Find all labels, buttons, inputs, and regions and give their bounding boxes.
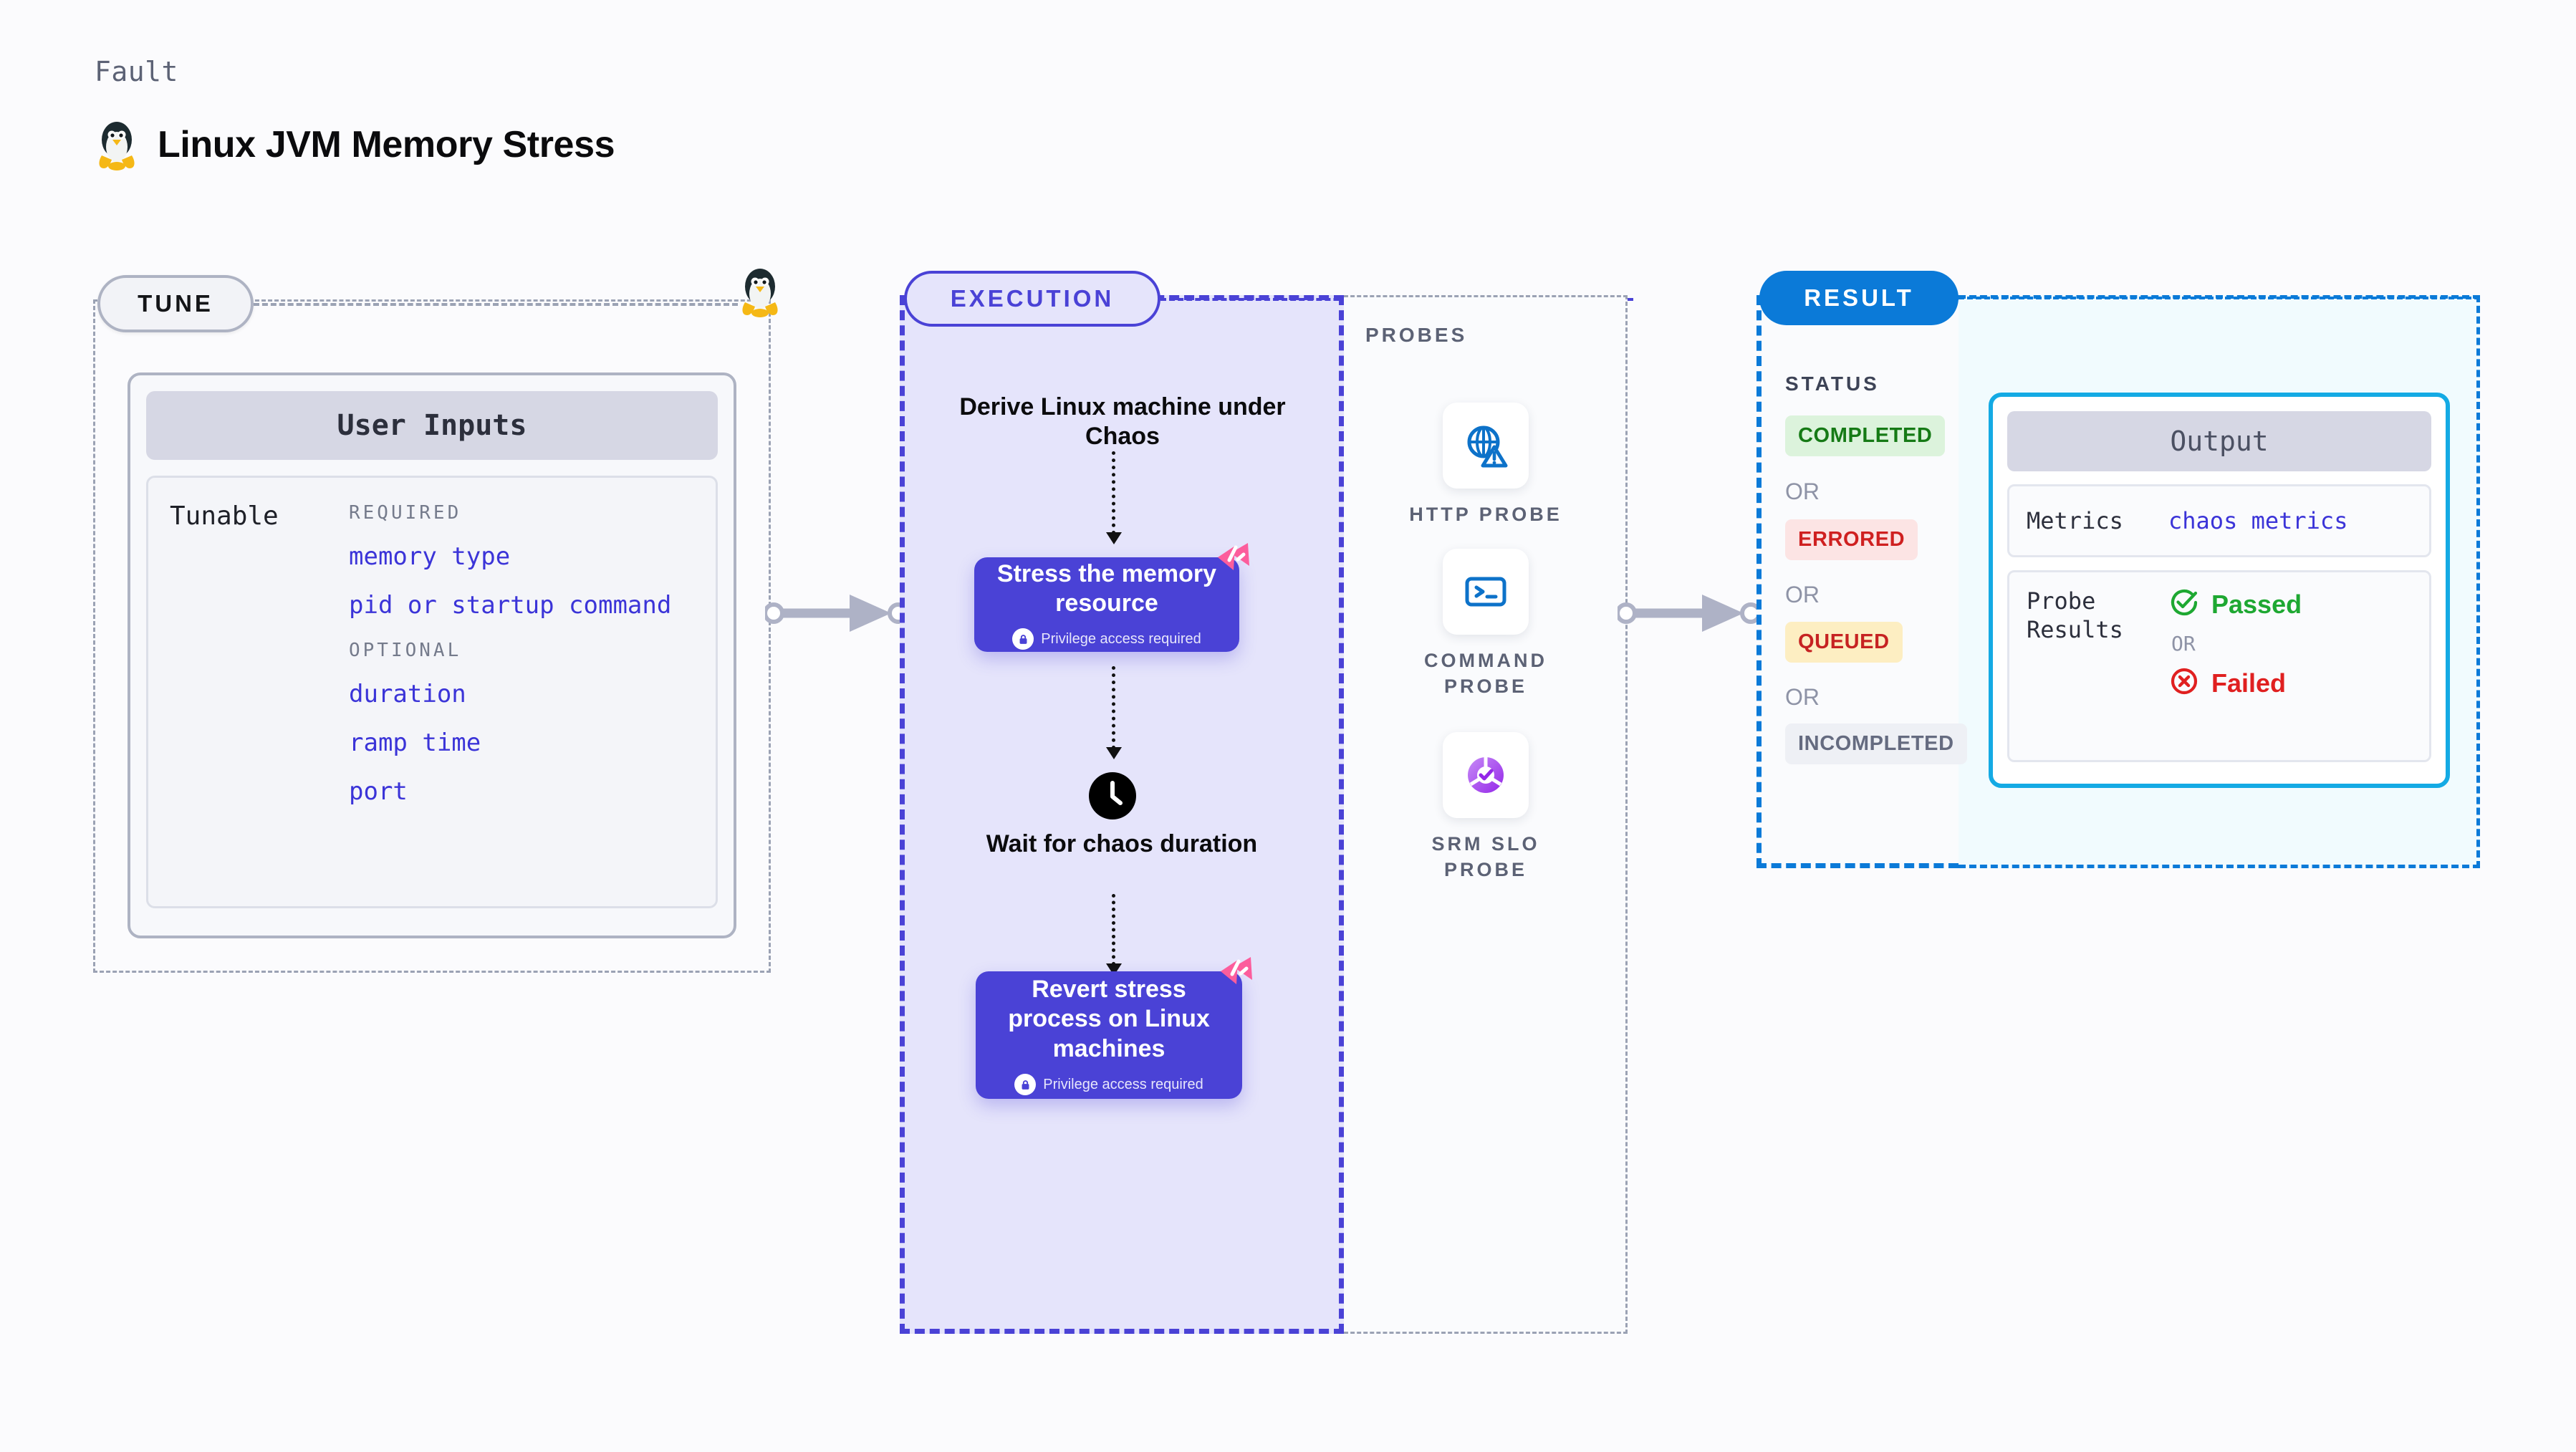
privilege-note-stress-text: Privilege access required [1041, 630, 1201, 647]
page-title: Linux JVM Memory Stress [158, 124, 615, 165]
flow-arrow-1 [1106, 451, 1122, 544]
exec-node-revert-stress[interactable]: Revert stress process on Linux machines … [976, 957, 1252, 1099]
status-badge-incompleted: INCOMPLETED [1785, 723, 1967, 764]
required-group-label: REQUIRED [349, 502, 462, 524]
privilege-note-revert-text: Privilege access required [1043, 1076, 1203, 1092]
tunable-row-label: Tunable [170, 501, 279, 531]
diagram-canvas: Fault Linux JVM Memory Stress TUNE User … [0, 0, 2576, 1452]
user-inputs-body: Tunable REQUIRED memory type pid or star… [146, 476, 718, 908]
status-badge-completed: COMPLETED [1785, 415, 1946, 456]
flow-arrow-2 [1106, 666, 1122, 759]
output-probe-results-row: Probe Results Passed OR Failed [2007, 570, 2431, 762]
result-pill-connector [1959, 297, 2480, 299]
linux-penguin-icon [95, 118, 139, 171]
status-badge-errored: ERRORED [1785, 519, 1918, 560]
linux-penguin-badge-icon [738, 265, 782, 322]
exec-node-revert-stress-title: Revert stress process on Linux machines [1008, 975, 1210, 1062]
status-or-3: OR [1785, 684, 1820, 710]
slo-donut-check-icon [1443, 732, 1529, 818]
user-inputs-card: User Inputs Tunable REQUIRED memory type… [128, 372, 736, 938]
exec-step-derive-machine: Derive Linux machine under Chaos [959, 393, 1286, 451]
optional-group-label: OPTIONAL [349, 640, 462, 661]
probe-results-label: Probe Results [2027, 587, 2123, 643]
probe-srm-slo[interactable]: SRM SLO PROBE [1400, 732, 1572, 883]
lock-icon [1012, 628, 1034, 650]
probe-command[interactable]: COMMAND PROBE [1400, 549, 1572, 700]
param-ramp-time[interactable]: ramp time [349, 729, 694, 757]
status-section-label: STATUS [1785, 372, 1880, 395]
probe-result-passed: Passed [2168, 587, 2412, 622]
fault-kind-label: Fault [95, 56, 178, 87]
user-inputs-title: User Inputs [146, 391, 718, 460]
harness-logo-icon [1216, 953, 1258, 996]
connector-tune-to-execution [763, 587, 909, 643]
metrics-label: Metrics [2027, 507, 2123, 534]
exec-node-stress-memory-title: Stress the memory resource [996, 559, 1217, 617]
param-memory-type[interactable]: memory type [349, 542, 694, 571]
probes-section-label: PROBES [1365, 324, 1468, 346]
status-or-1: OR [1785, 479, 1820, 504]
probe-http[interactable]: HTTP PROBE [1400, 403, 1572, 527]
stage-pill-result[interactable]: RESULT [1759, 271, 1959, 325]
lock-icon [1014, 1074, 1037, 1096]
terminal-icon [1443, 549, 1529, 635]
probe-result-or: OR [2171, 632, 2196, 655]
probe-srm-slo-label: SRM SLO PROBE [1431, 833, 1540, 881]
flow-arrow-3 [1106, 894, 1122, 976]
exec-node-stress-memory[interactable]: Stress the memory resource Privilege acc… [974, 543, 1249, 652]
status-or-2: OR [1785, 582, 1820, 607]
check-circle-icon [2168, 587, 2200, 622]
exec-step-wait-duration: Wait for chaos duration [986, 830, 1258, 857]
output-card: Output Metrics chaos metrics Probe Resul… [1989, 393, 2450, 788]
stage-pill-execution[interactable]: EXECUTION [904, 271, 1160, 327]
output-card-title: Output [2007, 411, 2431, 471]
clock-icon [1089, 772, 1136, 823]
globe-warning-icon [1443, 403, 1529, 489]
x-circle-icon [2168, 665, 2200, 701]
privilege-note-revert: Privilege access required [1014, 1074, 1203, 1096]
passed-label: Passed [2211, 589, 2302, 619]
param-pid-or-startup-command[interactable]: pid or startup command [349, 591, 694, 620]
metrics-value[interactable]: chaos metrics [2168, 507, 2347, 534]
harness-logo-icon [1213, 539, 1255, 582]
probe-result-failed: Failed [2168, 665, 2412, 701]
param-duration[interactable]: duration [349, 680, 694, 708]
status-badge-queued: QUEUED [1785, 622, 1903, 663]
param-port[interactable]: port [349, 777, 694, 806]
failed-label: Failed [2211, 668, 2287, 698]
connector-execution-to-result [1615, 587, 1762, 643]
probe-command-label: COMMAND PROBE [1424, 650, 1547, 698]
probe-http-label: HTTP PROBE [1409, 504, 1562, 525]
privilege-note-stress: Privilege access required [1012, 628, 1201, 650]
stage-pill-tune[interactable]: TUNE [97, 275, 254, 332]
page-title-row: Linux JVM Memory Stress [95, 118, 615, 171]
output-metrics-row: Metrics chaos metrics [2007, 484, 2431, 557]
tune-pill-connector [254, 303, 738, 306]
